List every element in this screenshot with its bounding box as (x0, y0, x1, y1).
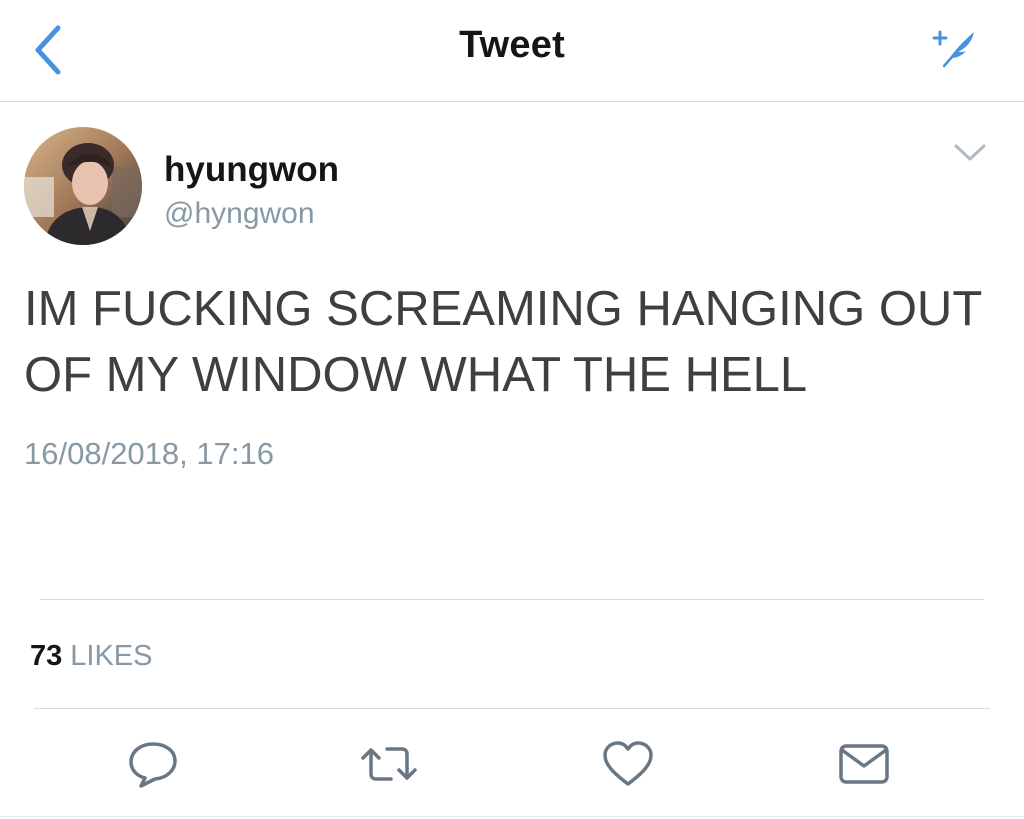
tweet-timestamp: 16/08/2018, 17:16 (24, 436, 274, 471)
author-handle[interactable]: @hyngwon (164, 197, 315, 231)
divider (0, 816, 1024, 817)
tweet-options-button[interactable] (950, 138, 990, 166)
retweet-icon (361, 747, 417, 781)
avatar[interactable] (24, 127, 142, 245)
like-button[interactable] (600, 738, 656, 790)
navigation-header: Tweet (0, 0, 1024, 102)
tweet-detail-screen: Tweet hyungwon @hyngwon IM FUCKING SCREA… (0, 0, 1024, 819)
compose-feather-icon (932, 30, 974, 68)
envelope-icon (839, 744, 889, 784)
likes-count: 73 (30, 640, 63, 672)
heart-icon (603, 741, 653, 786)
tweet-text: IM FUCKING SCREAMING HANGING OUT OF MY W… (24, 276, 1009, 408)
reply-bubble-icon (129, 742, 177, 788)
tweet-text-line: IM FUCKING SCREAMING HANGING OUT (24, 282, 983, 336)
retweet-button[interactable] (357, 738, 417, 790)
reply-button[interactable] (125, 738, 181, 790)
divider (34, 708, 990, 709)
chevron-down-icon (954, 144, 986, 161)
likes-label: LIKES (70, 640, 153, 672)
divider (40, 599, 984, 600)
author-display-name[interactable]: hyungwon (164, 150, 339, 190)
tweet-text-line: OF MY WINDOW WHAT THE HELL (24, 348, 808, 402)
direct-message-button[interactable] (836, 738, 892, 790)
page-title: Tweet (459, 24, 565, 66)
profile-photo (24, 127, 142, 245)
likes-count-link[interactable]: 73 LIKES (30, 640, 152, 673)
compose-tweet-button[interactable] (926, 24, 982, 70)
